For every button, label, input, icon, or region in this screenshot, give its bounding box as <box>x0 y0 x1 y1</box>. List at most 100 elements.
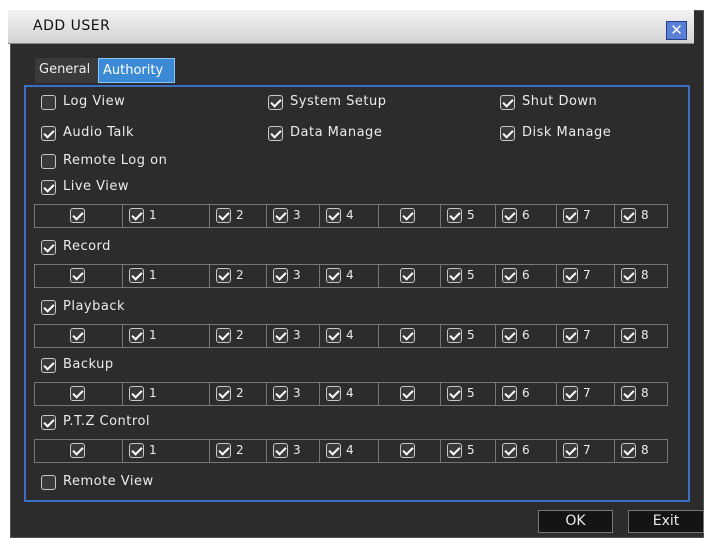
tab-authority[interactable]: Authority <box>98 58 175 83</box>
channel-number: 8 <box>641 328 649 342</box>
channel-checkbox[interactable] <box>563 268 578 283</box>
channel-checkbox[interactable] <box>502 386 517 401</box>
section-checkbox[interactable] <box>41 240 56 255</box>
channel-number: 6 <box>522 208 530 222</box>
channel-checkbox[interactable] <box>447 386 462 401</box>
permission-checkbox[interactable] <box>268 95 283 110</box>
section-label: Playback <box>63 299 126 314</box>
channel-checkbox[interactable] <box>400 386 415 401</box>
channel-checkbox[interactable] <box>400 208 415 223</box>
section-checkbox[interactable] <box>41 300 56 315</box>
channel-checkbox[interactable] <box>70 386 85 401</box>
ok-button[interactable]: OK <box>538 510 613 533</box>
channel-number: 3 <box>293 386 301 400</box>
channel-checkbox[interactable] <box>447 208 462 223</box>
tab-authority-label: Authority <box>103 63 164 78</box>
channel-checkbox[interactable] <box>502 328 517 343</box>
permission-checkbox[interactable] <box>268 126 283 141</box>
permission-checkbox[interactable] <box>41 154 56 169</box>
channel-checkbox[interactable] <box>502 208 517 223</box>
channel-number: 4 <box>346 443 354 457</box>
channel-number: 1 <box>149 268 157 282</box>
permission-label: Audio Talk <box>63 125 134 140</box>
section-checkbox[interactable] <box>41 415 56 430</box>
channel-checkbox[interactable] <box>563 328 578 343</box>
section-checkbox[interactable] <box>41 180 56 195</box>
channel-number: 3 <box>293 443 301 457</box>
channel-number: 7 <box>583 208 591 222</box>
channel-checkbox[interactable] <box>273 328 288 343</box>
channel-checkbox[interactable] <box>216 386 231 401</box>
channel-number: 2 <box>236 268 244 282</box>
remote-view-label: Remote View <box>63 474 154 489</box>
channel-checkbox[interactable] <box>447 268 462 283</box>
channel-checkbox[interactable] <box>621 386 636 401</box>
channel-checkbox[interactable] <box>400 328 415 343</box>
channel-checkbox[interactable] <box>563 208 578 223</box>
channel-checkbox[interactable] <box>70 443 85 458</box>
channel-checkbox[interactable] <box>621 268 636 283</box>
channel-checkbox[interactable] <box>621 208 636 223</box>
channel-checkbox[interactable] <box>563 443 578 458</box>
channel-checkbox[interactable] <box>326 208 341 223</box>
channel-checkbox[interactable] <box>326 268 341 283</box>
exit-button[interactable]: Exit <box>628 510 704 533</box>
channel-number: 2 <box>236 443 244 457</box>
channel-checkbox[interactable] <box>502 443 517 458</box>
channel-number: 7 <box>583 443 591 457</box>
tab-general[interactable]: General <box>35 58 100 83</box>
channel-number: 6 <box>522 386 530 400</box>
channel-checkbox[interactable] <box>129 443 144 458</box>
channel-number: 5 <box>467 268 475 282</box>
channel-checkbox[interactable] <box>326 328 341 343</box>
close-button[interactable]: ✕ <box>666 21 687 40</box>
channel-number: 8 <box>641 443 649 457</box>
channel-checkbox[interactable] <box>400 268 415 283</box>
permission-checkbox[interactable] <box>500 126 515 141</box>
remote-view-checkbox[interactable] <box>41 475 56 490</box>
section-label: P.T.Z Control <box>63 414 151 429</box>
channel-number: 3 <box>293 328 301 342</box>
permission-label: System Setup <box>290 94 387 109</box>
channel-number: 4 <box>346 208 354 222</box>
channel-number: 6 <box>522 268 530 282</box>
channel-number: 4 <box>346 328 354 342</box>
channel-checkbox[interactable] <box>502 268 517 283</box>
channel-checkbox[interactable] <box>447 328 462 343</box>
channel-checkbox[interactable] <box>447 443 462 458</box>
channel-checkbox[interactable] <box>129 386 144 401</box>
channel-number: 8 <box>641 208 649 222</box>
section-checkbox[interactable] <box>41 358 56 373</box>
channel-checkbox[interactable] <box>216 328 231 343</box>
channel-checkbox[interactable] <box>273 208 288 223</box>
exit-button-label: Exit <box>652 513 680 529</box>
channel-checkbox[interactable] <box>273 268 288 283</box>
channel-checkbox[interactable] <box>326 386 341 401</box>
channel-checkbox[interactable] <box>70 208 85 223</box>
permission-checkbox[interactable] <box>500 95 515 110</box>
section-label: Record <box>63 239 111 254</box>
channel-checkbox[interactable] <box>621 328 636 343</box>
channel-checkbox[interactable] <box>273 443 288 458</box>
permission-checkbox[interactable] <box>41 95 56 110</box>
channel-number: 1 <box>149 386 157 400</box>
channel-checkbox[interactable] <box>216 443 231 458</box>
permission-checkbox[interactable] <box>41 126 56 141</box>
channel-checkbox[interactable] <box>129 208 144 223</box>
ok-button-label: OK <box>565 513 586 529</box>
channel-checkbox[interactable] <box>563 386 578 401</box>
channel-checkbox[interactable] <box>129 268 144 283</box>
channel-checkbox[interactable] <box>400 443 415 458</box>
channel-checkbox[interactable] <box>621 443 636 458</box>
channel-checkbox[interactable] <box>129 328 144 343</box>
channel-checkbox[interactable] <box>216 208 231 223</box>
channel-number: 7 <box>583 386 591 400</box>
channel-number: 5 <box>467 386 475 400</box>
channel-checkbox[interactable] <box>216 268 231 283</box>
channel-checkbox[interactable] <box>70 328 85 343</box>
permission-label: Shut Down <box>522 94 598 109</box>
channel-checkbox[interactable] <box>326 443 341 458</box>
channel-number: 3 <box>293 268 301 282</box>
channel-checkbox[interactable] <box>70 268 85 283</box>
channel-checkbox[interactable] <box>273 386 288 401</box>
